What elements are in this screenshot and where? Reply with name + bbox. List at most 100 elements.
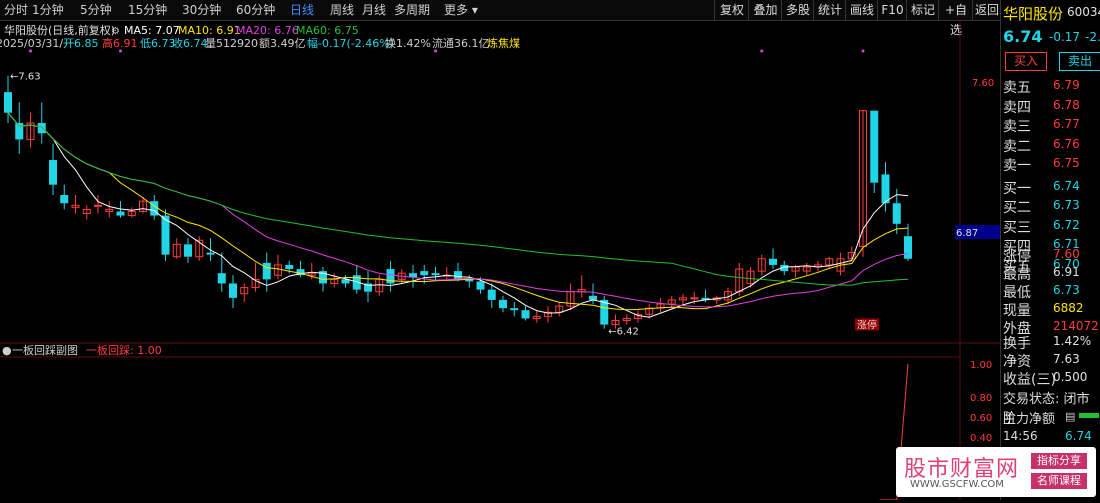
period-tab-2[interactable]: 5分钟 (80, 2, 112, 18)
book-label: 卖五 (1003, 80, 1031, 96)
book-price: 6.79 (1053, 78, 1080, 92)
candles (4, 75, 912, 329)
candle-body (510, 308, 519, 311)
high-label: 高6.91 (102, 36, 138, 50)
quote-panel: 华阳股份 60034 6.74 -0.17 -2.4 买入 卖出 卖五6.79卖… (1000, 0, 1100, 500)
book-price: 6.73 (1053, 198, 1080, 212)
candle-body (206, 252, 215, 255)
volume-label: 量512920 (205, 37, 258, 50)
toolbar-button-0[interactable]: 复权 (714, 0, 749, 20)
watermark-tag-share[interactable]: 指标分享 (1031, 453, 1087, 469)
candle-body (184, 244, 192, 257)
stat-value: 6.91 (1053, 265, 1080, 279)
candle-body (454, 271, 462, 280)
book-price: 6.77 (1053, 117, 1080, 131)
period-tab-5[interactable]: 60分钟 (236, 2, 275, 18)
candle-body (37, 123, 46, 134)
stat-label: 收益(三) (1003, 372, 1056, 388)
candle-body (94, 204, 102, 207)
toolbar-button-7[interactable]: +自选 (938, 0, 973, 37)
toolbar-button-3[interactable]: 统计 (813, 0, 846, 20)
side-stock-name: 华阳股份 (1003, 5, 1064, 23)
book-label: 卖四 (1003, 99, 1031, 116)
book-price: 6.78 (1053, 97, 1080, 112)
toolbar-button-5[interactable]: F10 (877, 0, 907, 20)
stat-label: 最低 (1003, 285, 1031, 301)
stat-value: 1.42% (1053, 334, 1092, 348)
period-tab-8[interactable]: 月线 (362, 2, 386, 18)
period-tab-9[interactable]: 多周期 (394, 2, 430, 18)
candle-body (262, 262, 271, 280)
book-row-5: 买一 6.74 (1001, 178, 1100, 197)
indicator-series-label: 一板回踩: 1.00 (86, 343, 162, 357)
kline-chart[interactable]: 华阳股份(日线,前复权) ⚙ MA5: 7.07 MA10: 6.91 MA20… (0, 21, 1000, 501)
buy-button[interactable]: 买入 (1005, 52, 1047, 71)
book-label: 买三 (1003, 219, 1031, 236)
side-stock-code: 60034 (1067, 5, 1100, 19)
stat2-row-0: 换手 1.42% (1001, 333, 1100, 352)
book-row-7: 买三 6.72 (1001, 217, 1100, 236)
moving-averages (7, 112, 909, 318)
book-price: 6.76 (1053, 136, 1080, 151)
low-annotation: ←6.42 (608, 327, 639, 338)
period-tab-6[interactable]: 日线 (290, 2, 314, 18)
current-price-label: 6.87 (956, 228, 978, 239)
site-watermark: 股市财富网 WWW.GSCFW.COM 指标分享 名师课程 (896, 447, 1096, 497)
chart-area: 华阳股份(日线,前复权) ⚙ MA5: 7.07 MA10: 6.91 MA20… (0, 21, 1000, 501)
toolbar-button-6[interactable]: 标记 (906, 0, 939, 20)
change-label: 幅-0.17(-2.46%) (307, 37, 394, 50)
candle-body (116, 211, 125, 216)
stat-value: 6.73 (1053, 283, 1080, 297)
period-tab-10[interactable]: 更多 ▾ (444, 2, 478, 18)
stat2-row-1: 净资 7.63 (1001, 351, 1100, 370)
candle-body (870, 110, 879, 183)
book-row-1: 卖四 6.78 (1001, 97, 1100, 116)
stat-value: 0.500 (1053, 370, 1088, 384)
axis-label-high: 7.60 (972, 78, 994, 89)
period-tab-3[interactable]: 15分钟 (128, 2, 167, 18)
ma60-label: MA60: 6.75 (296, 24, 359, 37)
ma-line-MA5 (7, 112, 909, 318)
period-toolbar: 分时 1分钟 5分钟 15分钟 30分钟 60分钟 日线 周线 月线 多周期 更多 ▾ 复权 叠加 多股统… (0, 0, 1001, 37)
stat-row-0: 涨停 7.60 (1001, 246, 1100, 265)
candle-body (476, 281, 485, 290)
side-change: -0.17 (1049, 30, 1081, 44)
candle-body (431, 273, 440, 276)
toolbar-button-4[interactable]: 画线 (845, 0, 878, 20)
candle-body (881, 174, 890, 204)
ma10-label: MA10: 6.91 (178, 24, 241, 37)
period-tab-1[interactable]: 1分钟 (32, 2, 64, 18)
period-tab-7[interactable]: 周线 (330, 2, 354, 18)
watermark-tag-course[interactable]: 名师课程 (1031, 473, 1087, 489)
stat-label: 涨停 (1003, 249, 1031, 265)
candle-body (487, 289, 496, 300)
stat-label: 最高 (1003, 267, 1031, 283)
book-row-4: 卖一 6.75 (1001, 155, 1100, 174)
indicator-axis-label: 0.40 (970, 433, 992, 444)
book-row-3: 卖二 6.76 (1001, 136, 1100, 155)
indicator-axis-label: 0.60 (970, 413, 992, 424)
candle-body (285, 264, 294, 270)
period-tab-0[interactable]: 分时 (4, 2, 28, 18)
event-dot (29, 49, 32, 53)
candle-body (217, 273, 226, 284)
sell-button[interactable]: 卖出 (1059, 52, 1100, 71)
event-dot (119, 49, 122, 53)
price-axis: 7.60 6.87 (955, 78, 1000, 240)
settings-icon[interactable]: ⚙ (111, 26, 120, 37)
stat-row-1: 最高 6.91 (1001, 264, 1100, 283)
turnover-label: 换1.42% (385, 36, 431, 50)
ma20-label: MA20: 6.76 (236, 24, 299, 37)
book-label: 卖一 (1003, 158, 1031, 174)
flow-list-icon[interactable]: ▤ (1065, 410, 1075, 423)
toolbar-button-8[interactable]: 返回 (972, 0, 1001, 20)
event-dot (760, 49, 764, 53)
tick-price: 6.74 (1065, 429, 1092, 443)
main-flow-label: 主力净额 (1003, 412, 1056, 427)
limit-up-tag: 涨停 (857, 318, 877, 331)
period-tab-4[interactable]: 30分钟 (182, 2, 221, 18)
toolbar-button-1[interactable]: 叠加 (748, 0, 782, 20)
toolbar-button-2[interactable]: 多股 (781, 0, 814, 20)
indicator-axis-label: 1.00 (970, 360, 992, 371)
high-annotation: ←7.63 (10, 72, 41, 83)
